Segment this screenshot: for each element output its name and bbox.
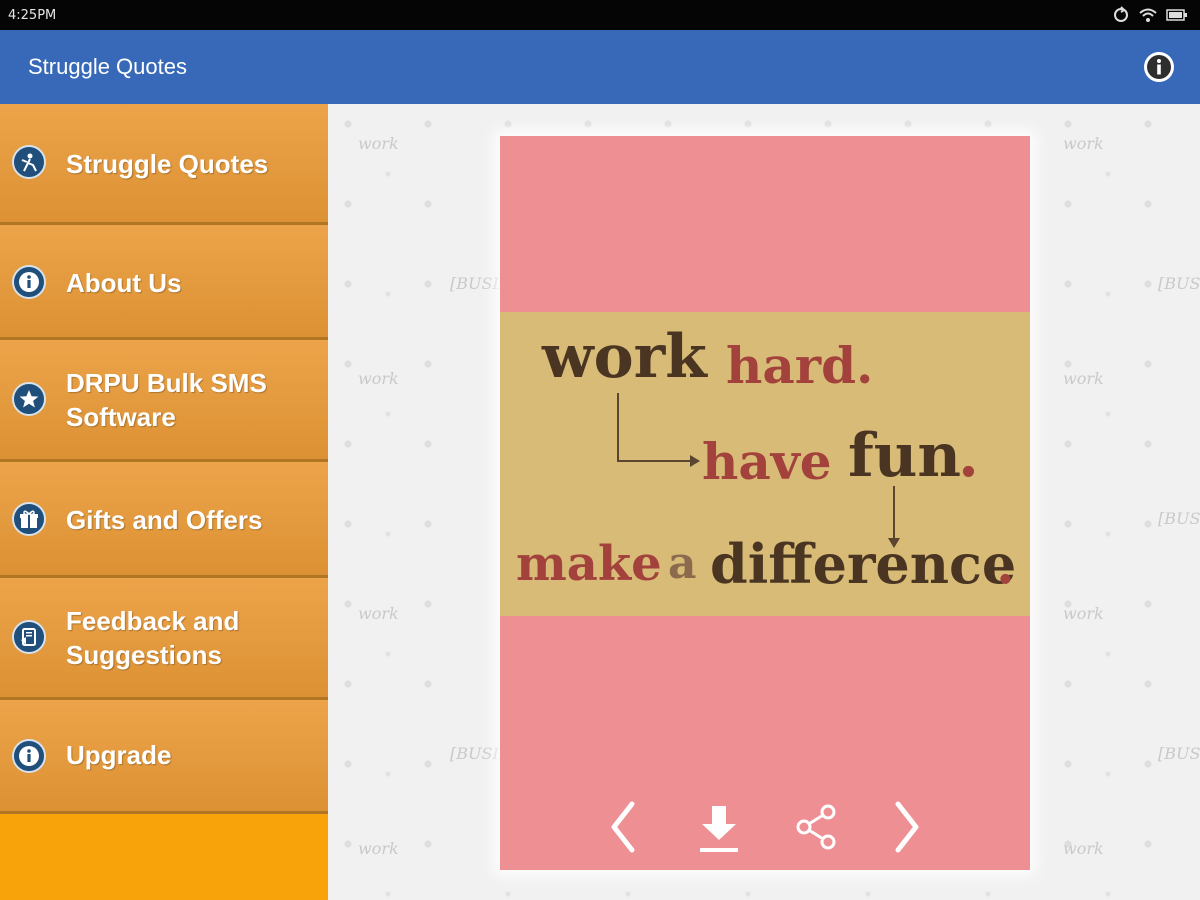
background-doodle-text: work — [358, 839, 399, 858]
quote-word-difference: difference — [710, 532, 1017, 596]
gift-icon — [12, 502, 46, 536]
chevron-left-icon[interactable] — [606, 800, 640, 858]
status-icons — [1112, 6, 1188, 24]
drawer-item-label: About Us — [66, 268, 182, 298]
background-doodle-text: work — [358, 604, 399, 623]
drawer-item-label-line1: DRPU Bulk SMS — [66, 368, 267, 398]
drawer-item-upgrade[interactable]: Upgrade — [0, 700, 328, 814]
drawer-item-label: Struggle Quotes — [66, 149, 269, 179]
info-icon — [12, 739, 46, 773]
battery-icon — [1166, 9, 1187, 21]
background-doodle-text: work — [358, 134, 399, 153]
app-title: Struggle Quotes — [28, 54, 187, 79]
quote-word-hard: hard. — [726, 336, 874, 395]
background-doodle-text: work — [1063, 134, 1104, 153]
quote-word-make: make — [516, 536, 662, 592]
background-doodle-text: work — [1063, 839, 1104, 858]
wifi-icon — [1139, 8, 1157, 22]
background-doodle-text: [BUSINESS] — [1158, 509, 1200, 528]
drawer-item-gifts-offers[interactable]: Gifts and Offers — [0, 462, 328, 578]
climber-icon — [12, 145, 46, 179]
quote-arrow-right — [617, 393, 700, 467]
star-icon — [12, 382, 46, 416]
app-bar: Struggle Quotes — [0, 30, 1200, 104]
quote-card: work hard. have fun . make a difference … — [500, 136, 1030, 870]
info-icon — [12, 265, 46, 299]
drawer-item-label-line1: Feedback and — [66, 606, 240, 636]
drawer-item-label-line2: Suggestions — [66, 640, 223, 670]
drawer-item-about-us[interactable]: About Us — [0, 225, 328, 340]
feedback-icon — [12, 620, 46, 654]
background-doodle-text: [BUSINESS] — [1158, 274, 1200, 293]
share-icon[interactable] — [794, 800, 840, 858]
drawer-item-drpu-bulk-sms[interactable]: DRPU Bulk SMS Software — [0, 340, 328, 462]
drawer-item-label: Gifts and Offers — [66, 505, 263, 535]
background-doodle-text: [BUSINESS] — [1158, 744, 1200, 763]
background-doodle-text: work — [1063, 369, 1104, 388]
quote-difference-period: . — [996, 532, 1015, 596]
quote-fun-period: . — [958, 421, 979, 491]
quote-word-work: work — [542, 322, 707, 392]
drawer-item-feedback-suggestions[interactable]: Feedback and Suggestions — [0, 578, 328, 700]
quote-word-have: have — [702, 432, 832, 491]
info-icon[interactable] — [1144, 52, 1174, 82]
sync-icon — [1114, 6, 1128, 22]
drawer-item-label-line2: Software — [66, 402, 176, 432]
background-doodle-text: work — [1063, 604, 1104, 623]
status-bar: 4:25PM — [0, 0, 1200, 30]
status-time: 4:25PM — [8, 8, 57, 23]
drawer-item-label: Upgrade — [66, 740, 172, 770]
drawer-item-struggle-quotes[interactable]: Struggle Quotes — [0, 104, 328, 225]
background-doodle-text: work — [358, 369, 399, 388]
quote-word-fun: fun — [848, 421, 962, 491]
download-icon[interactable] — [696, 800, 742, 860]
quote-word-a: a — [668, 538, 697, 589]
chevron-right-icon[interactable] — [890, 800, 924, 858]
navigation-drawer: Struggle Quotes About Us DRPU Bulk SMS S… — [0, 104, 328, 900]
